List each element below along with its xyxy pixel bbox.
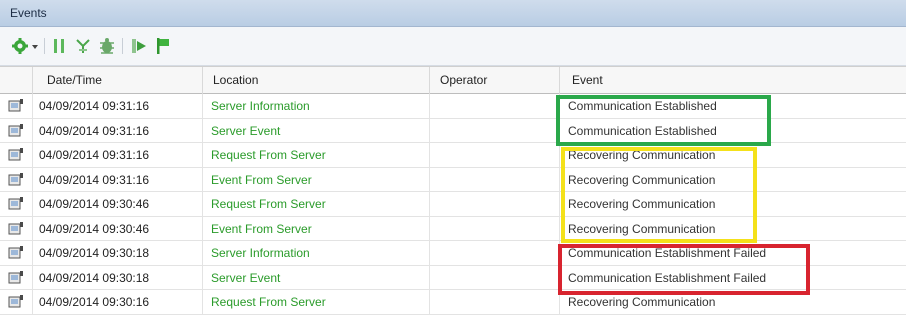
- cell-operator: [430, 216, 560, 241]
- cell-datetime: 04/09/2014 09:31:16: [33, 167, 203, 192]
- event-type-icon: [0, 192, 33, 216]
- cell-datetime: 04/09/2014 09:31:16: [33, 94, 203, 118]
- cell-datetime: 04/09/2014 09:31:16: [33, 143, 203, 167]
- table-row[interactable]: 04/09/2014 09:30:46 Request From Server …: [0, 192, 906, 217]
- panel-title: Events: [10, 6, 47, 20]
- cell-event: Recovering Communication: [568, 148, 716, 162]
- event-type-icon: [0, 118, 33, 143]
- table-row[interactable]: 04/09/2014 09:30:16 Request From Server …: [0, 290, 906, 315]
- header-operator[interactable]: Operator: [430, 67, 560, 94]
- cell-operator: [430, 290, 560, 314]
- cell-datetime: 04/09/2014 09:30:46: [33, 192, 203, 216]
- event-type-icon: [0, 241, 33, 265]
- table-row[interactable]: 04/09/2014 09:31:16 Request From Server …: [0, 143, 906, 168]
- header-icon-column[interactable]: [0, 67, 33, 94]
- debug-button[interactable]: [96, 37, 118, 55]
- cell-location: Server Information: [203, 94, 430, 118]
- header-location[interactable]: Location: [203, 67, 430, 94]
- panel-title-bar: Events: [0, 0, 906, 27]
- table-row[interactable]: 04/09/2014 09:31:16 Server Event Communi…: [0, 118, 906, 143]
- gear-dropdown-button[interactable]: [10, 37, 42, 55]
- cell-event: Recovering Communication: [568, 172, 716, 187]
- pause-button[interactable]: [50, 37, 68, 55]
- cell-event: Recovering Communication: [568, 221, 716, 236]
- cell-operator: [430, 167, 560, 192]
- green-gear-dropdown-icon: [12, 38, 38, 54]
- header-event[interactable]: Event: [560, 67, 906, 94]
- cell-event: Communication Establishment Failed: [568, 246, 767, 260]
- flag-icon: [157, 38, 169, 54]
- event-type-icon: [0, 216, 33, 241]
- cell-operator: [430, 265, 560, 290]
- cell-datetime: 04/09/2014 09:30:18: [33, 241, 203, 265]
- cell-event: Recovering Communication: [568, 295, 716, 309]
- event-type-icon: [0, 290, 33, 314]
- signal-button[interactable]: [72, 37, 94, 55]
- toolbar: [0, 27, 906, 66]
- event-type-icon: [0, 94, 33, 118]
- event-type-icon: [0, 265, 33, 290]
- toolbar-separator: [122, 38, 123, 54]
- table-row[interactable]: 04/09/2014 09:30:18 Server Event Communi…: [0, 265, 906, 290]
- cell-operator: [430, 143, 560, 167]
- cell-location: Server Event: [203, 265, 430, 290]
- cell-event: Communication Established: [568, 99, 717, 113]
- grid-header: Date/Time Location Operator Event: [0, 66, 906, 94]
- table-row[interactable]: 04/09/2014 09:30:46 Event From Server Re…: [0, 216, 906, 241]
- cell-location: Request From Server: [203, 192, 430, 216]
- event-type-icon: [0, 167, 33, 192]
- pause-icon: [54, 39, 64, 53]
- cell-event: Communication Establishment Failed: [568, 270, 767, 285]
- step-forward-button[interactable]: [128, 37, 150, 55]
- cell-operator: [430, 118, 560, 143]
- cell-operator: [430, 192, 560, 216]
- cell-datetime: 04/09/2014 09:30:16: [33, 290, 203, 314]
- bug-icon: [100, 38, 114, 54]
- toolbar-separator: [44, 38, 45, 54]
- cell-operator: [430, 94, 560, 118]
- antenna-icon: [76, 39, 90, 53]
- cell-event: Communication Established: [568, 123, 717, 138]
- cell-location: Event From Server: [203, 167, 430, 192]
- table-row[interactable]: 04/09/2014 09:31:16 Server Information C…: [0, 94, 906, 119]
- cell-datetime: 04/09/2014 09:30:18: [33, 265, 203, 290]
- cell-datetime: 04/09/2014 09:31:16: [33, 118, 203, 143]
- cell-location: Server Information: [203, 241, 430, 265]
- forward-step-icon: [132, 39, 146, 53]
- event-type-icon: [0, 143, 33, 167]
- header-datetime[interactable]: Date/Time: [33, 67, 203, 94]
- cell-location: Event From Server: [203, 216, 430, 241]
- cell-operator: [430, 241, 560, 265]
- table-row[interactable]: 04/09/2014 09:30:18 Server Information C…: [0, 241, 906, 266]
- cell-location: Request From Server: [203, 143, 430, 167]
- table-row[interactable]: 04/09/2014 09:31:16 Event From Server Re…: [0, 167, 906, 192]
- events-grid: Date/Time Location Operator Event 04/09/…: [0, 66, 906, 315]
- cell-datetime: 04/09/2014 09:30:46: [33, 216, 203, 241]
- cell-event: Recovering Communication: [568, 197, 716, 211]
- cell-location: Request From Server: [203, 290, 430, 314]
- cell-location: Server Event: [203, 118, 430, 143]
- flag-button[interactable]: [152, 37, 174, 55]
